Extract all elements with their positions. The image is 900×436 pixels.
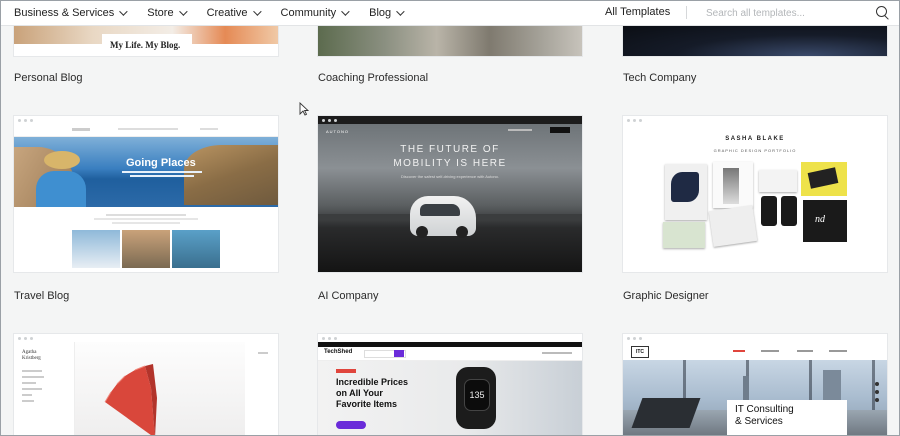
it-header: ITC: [623, 342, 887, 360]
template-title[interactable]: Graphic Designer: [623, 290, 709, 302]
portfolio-item: [759, 170, 797, 192]
nav-divider: [686, 6, 687, 19]
window-dots: [627, 119, 642, 122]
tech-dots-photo: [623, 26, 887, 56]
designer-name: SASHA BLAKE: [725, 136, 785, 142]
shop-now-button: [336, 421, 366, 429]
portfolio-item: [665, 164, 707, 220]
it-hero-card: IT Consulting & Services: [727, 400, 847, 436]
window-dots: [322, 119, 337, 122]
portfolio-item: [713, 162, 753, 208]
nav-menu-label: Community: [280, 6, 337, 19]
ai-headline-1: THE FUTURE OF: [400, 144, 500, 155]
it-hero-line-1: IT Consulting: [735, 404, 794, 415]
autonomous-car: [410, 196, 476, 238]
blog-author-1: Agatha: [22, 350, 37, 355]
template-title[interactable]: Personal Blog: [14, 72, 83, 84]
blog-caption: My Life. My Blog.: [110, 40, 181, 50]
watch-face-readout: 135: [464, 379, 490, 411]
chevron-down-icon: [252, 6, 262, 16]
nav-menu-label: Business & Services: [14, 6, 115, 19]
site-header: [14, 124, 278, 137]
chevron-down-icon: [396, 6, 405, 16]
nav-menu-creative[interactable]: Creative: [206, 6, 262, 19]
nav-menu-store[interactable]: Store: [147, 6, 188, 19]
top-nav: Business & Services Store Creative Commu…: [0, 0, 900, 26]
store-hero-line-2: on All Your: [336, 388, 383, 398]
travel-hero-photo: Going Places: [14, 137, 278, 207]
template-title[interactable]: AI Company: [318, 290, 379, 302]
template-title[interactable]: Travel Blog: [14, 290, 69, 302]
it-hero-line-2: & Services: [735, 416, 783, 427]
ai-subtext: Discover the safest self-driving experie…: [400, 174, 500, 179]
mountain-photo: [318, 26, 582, 56]
blog-author-2: Kristberg: [22, 356, 41, 361]
template-thumbnail[interactable]: SASHA BLAKE GRAPHIC DESIGN PORTFOLIO nd: [623, 116, 887, 272]
window-dots: [18, 337, 33, 340]
nav-menu-label: Blog: [369, 6, 392, 19]
search-input[interactable]: [704, 4, 868, 23]
ai-headline-2: MOBILITY IS HERE: [393, 158, 507, 169]
store-hero: Incredible Prices on All Your Favorite I…: [318, 361, 582, 436]
template-thumbnail[interactable]: Agatha Kristberg: [14, 334, 278, 436]
nav-menu-community[interactable]: Community: [280, 6, 350, 19]
post-photo: [172, 230, 220, 268]
red-fan-book-icon: [104, 364, 157, 436]
blog-sidebar: Agatha Kristberg: [14, 342, 75, 436]
ai-brand: AUTONO: [326, 129, 350, 134]
chevron-down-icon: [119, 6, 128, 16]
portfolio-item: nd: [803, 200, 847, 242]
window-dots: [627, 337, 642, 340]
store-brand: TechShed: [324, 349, 353, 355]
phone-mockup: [781, 196, 797, 226]
window-dots: [18, 119, 33, 122]
blog-hero-photo: [75, 342, 245, 436]
post-photo: [122, 230, 170, 268]
nav-menu-label: Store: [147, 6, 174, 19]
template-thumbnail[interactable]: TechShed Incredible Prices on All Your F…: [318, 334, 582, 436]
mouse-cursor-icon: [299, 102, 309, 116]
store-hero-line-3: Favorite Items: [336, 399, 398, 409]
ai-hero-photo: AUTONO THE FUTURE OF MOBILITY IS HERE Di…: [318, 124, 582, 272]
chevron-down-icon: [178, 6, 188, 16]
store-header: TechShed: [318, 347, 582, 361]
travel-hero-title: Going Places: [126, 157, 196, 169]
window-dots: [322, 337, 337, 340]
template-title[interactable]: Tech Company: [623, 72, 696, 84]
it-logo: ITC: [631, 346, 649, 358]
portfolio-item: [801, 162, 847, 196]
search-icon[interactable]: [876, 6, 887, 17]
phone-mockup: [761, 196, 777, 226]
template-thumbnail[interactable]: ITC IT Consulting & Services: [623, 334, 887, 436]
all-templates-link[interactable]: All Templates: [605, 6, 670, 18]
laptop: [631, 398, 701, 428]
store-hero-line-1: Incredible Prices: [336, 377, 409, 387]
nav-menu-business-services[interactable]: Business & Services: [14, 6, 128, 19]
post-photo: [72, 230, 120, 268]
designer-subtitle: GRAPHIC DESIGN PORTFOLIO: [713, 148, 797, 153]
smartwatch: 135: [456, 367, 496, 429]
portfolio-item: [663, 222, 705, 248]
template-thumbnail[interactable]: Going Places: [14, 116, 278, 272]
chevron-down-icon: [341, 6, 350, 16]
nav-menu-blog[interactable]: Blog: [369, 6, 405, 19]
it-hero-photo: IT Consulting & Services: [623, 360, 887, 436]
portfolio-item: [708, 205, 758, 247]
template-thumbnail[interactable]: AUTONO THE FUTURE OF MOBILITY IS HERE Di…: [318, 116, 582, 272]
template-title[interactable]: Coaching Professional: [318, 72, 428, 84]
nav-menu-label: Creative: [206, 6, 248, 19]
